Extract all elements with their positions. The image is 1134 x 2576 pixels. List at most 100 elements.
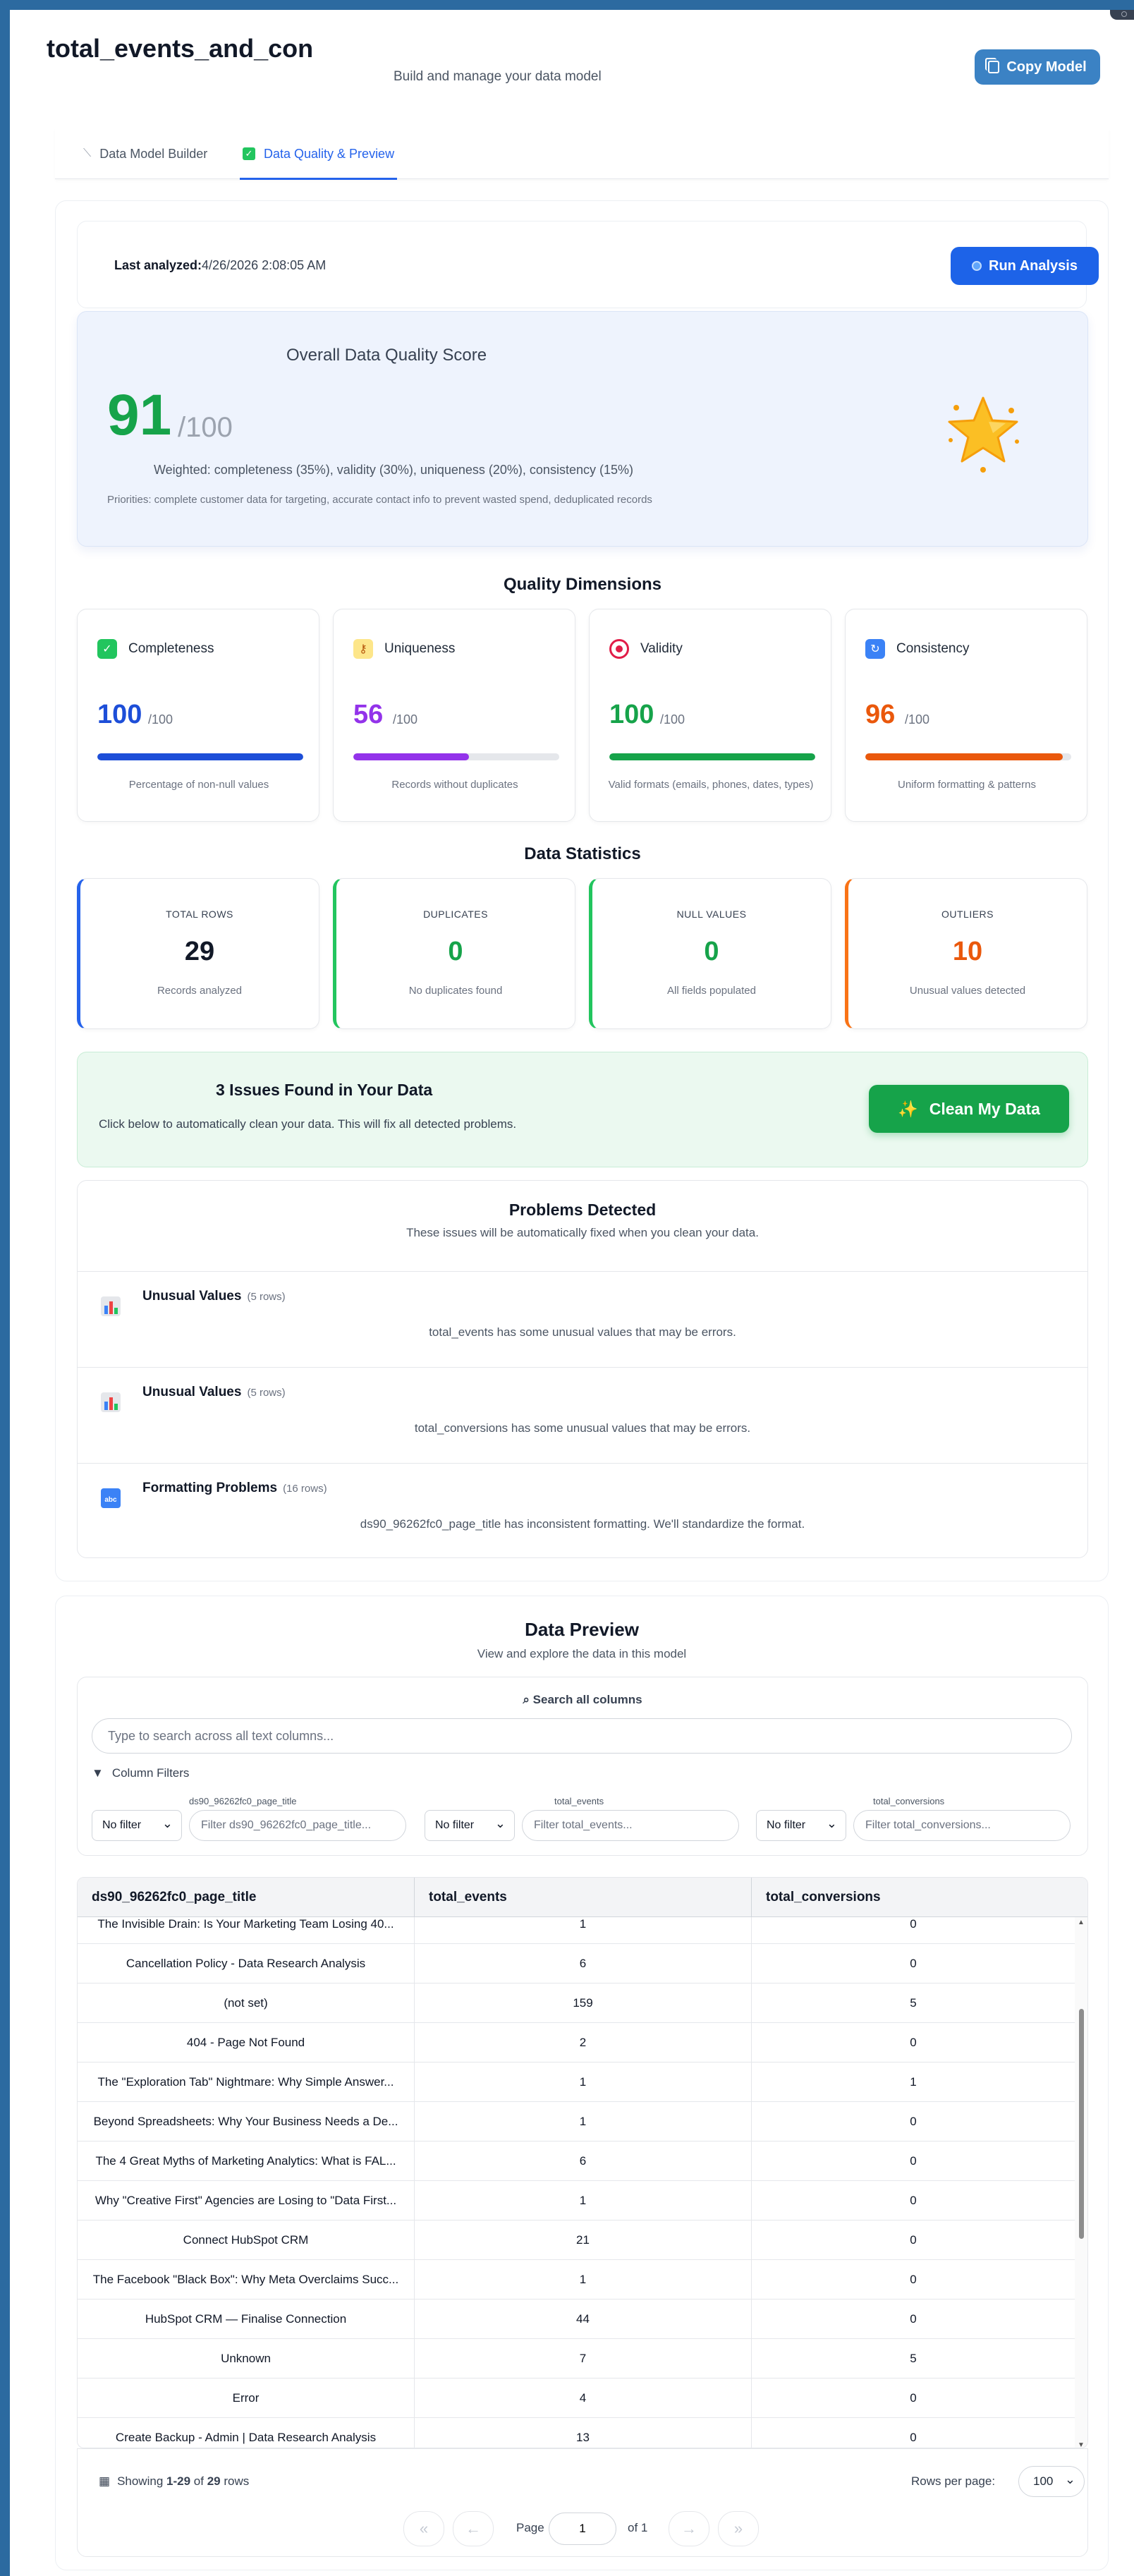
- dimension-card-completeness: ✓ Completeness 100 /100 Percentage of no…: [77, 609, 319, 822]
- table-cell: HubSpot CRM — Finalise Connection: [78, 2299, 415, 2339]
- dimensions-title: Quality Dimensions: [503, 575, 662, 594]
- stat-value: 0: [704, 937, 719, 966]
- next-page-button[interactable]: →: [669, 2511, 709, 2546]
- table-cell: 1: [415, 2260, 752, 2299]
- dimension-bar: [865, 753, 1071, 760]
- table-cell: 0: [910, 2431, 917, 2444]
- clean-my-data-label: Clean My Data: [929, 1099, 1040, 1118]
- issues-banner: 3 Issues Found in Your Data Click below …: [77, 1052, 1088, 1167]
- search-input[interactable]: [92, 1718, 1072, 1754]
- table-cell: Unknown: [78, 2339, 415, 2378]
- tab-label: Data Model Builder: [99, 146, 208, 161]
- table-cell: 1: [415, 2102, 752, 2141]
- table-scrollbar[interactable]: ▲ ▼: [1075, 1917, 1087, 2448]
- data-preview-panel: Data Preview View and explore the data i…: [55, 1596, 1109, 2570]
- stat-sub: No duplicates found: [408, 985, 503, 997]
- filter-mode-select[interactable]: No filter: [92, 1810, 182, 1841]
- filter-icon: ▼: [92, 1766, 104, 1780]
- problem-item: abc Formatting Problems (16 rows) ds90_96…: [78, 1463, 1087, 1559]
- tab-data-model-builder[interactable]: ⟍ Data Model Builder: [83, 128, 207, 179]
- table-row: The Facebook "Black Box": Why Meta Overc…: [78, 2260, 1075, 2299]
- score-value: 91: [107, 383, 172, 447]
- check-square-icon: ✓: [243, 147, 255, 160]
- table-cell: 13: [415, 2418, 752, 2448]
- last-page-button[interactable]: »: [718, 2511, 759, 2546]
- table-cell: 0: [910, 2036, 917, 2049]
- table-cell: 6: [415, 2141, 752, 2181]
- dimension-card-consistency: ↻ Consistency 96 /100 Uniform formatting…: [845, 609, 1087, 822]
- table-row: The Invisible Drain: Is Your Marketing T…: [78, 1917, 1075, 1944]
- table-cell: Error: [78, 2378, 415, 2418]
- problem-name: Unusual Values: [142, 1289, 242, 1304]
- refresh-icon: ↻: [865, 639, 885, 659]
- showing-rows: ▦ Showing 1-29 of 29 rows: [99, 2474, 249, 2489]
- dimension-denominator: /100: [148, 712, 173, 727]
- table-cell: 0: [910, 2233, 917, 2247]
- column-header[interactable]: ds90_96262fc0_page_title: [78, 1878, 415, 1917]
- stat-card-duplicates: DUPLICATES 0 No duplicates found: [333, 878, 575, 1029]
- stat-card-outliers: OUTLIERS 10 Unusual values detected: [845, 878, 1087, 1029]
- problems-sub: These issues will be automatically fixed…: [406, 1226, 759, 1239]
- filter-input[interactable]: [189, 1810, 406, 1841]
- preview-title: Data Preview: [525, 1619, 639, 1640]
- page-number-input[interactable]: [549, 2513, 616, 2545]
- column-header[interactable]: total_events: [415, 1878, 752, 1917]
- filter-mode-select[interactable]: No filter: [756, 1810, 846, 1841]
- showing-total: 29: [207, 2474, 221, 2488]
- dimension-card-uniqueness: ⚷ Uniqueness 56 /100 Records without dup…: [333, 609, 575, 822]
- dimension-denominator: /100: [660, 712, 685, 727]
- table-row: HubSpot CRM — Finalise Connection 44 0: [78, 2299, 1075, 2339]
- dimension-bar-fill: [609, 753, 815, 760]
- dimension-bar-fill: [865, 753, 1063, 760]
- dimension-label: Uniqueness: [384, 641, 456, 656]
- tab-bar: ⟍ Data Model Builder ✓ Data Quality & Pr…: [55, 128, 1109, 180]
- dimension-denominator: /100: [393, 712, 418, 727]
- scroll-down-icon[interactable]: ▼: [1078, 2441, 1085, 2448]
- dimension-bar: [97, 753, 303, 760]
- rows-per-page-select[interactable]: 100: [1018, 2466, 1085, 2497]
- copy-model-button[interactable]: Copy Model: [975, 49, 1100, 85]
- table-cell: 6: [415, 1944, 752, 1983]
- tab-data-quality-preview[interactable]: ✓ Data Quality & Preview: [239, 128, 398, 180]
- table-header: ds90_96262fc0_page_title total_events to…: [78, 1878, 1087, 1917]
- page-count: of 1: [628, 2521, 648, 2534]
- scrollbar-thumb[interactable]: [1079, 2009, 1084, 2239]
- table-row: 404 - Page Not Found 2 0: [78, 2023, 1075, 2062]
- filter-input[interactable]: [853, 1810, 1071, 1841]
- table-cell: The Invisible Drain: Is Your Marketing T…: [78, 1917, 415, 1944]
- filter-column-label: total_conversions: [873, 1796, 945, 1806]
- analysis-bar: Last analyzed:4/26/2026 2:08:05 AM Run A…: [77, 221, 1099, 308]
- table-cell: 2: [415, 2023, 752, 2062]
- stat-label: OUTLIERS: [941, 909, 994, 920]
- table-cell: 1: [415, 1917, 752, 1944]
- prev-page-button[interactable]: ←: [453, 2511, 494, 2546]
- stat-label: NULL VALUES: [676, 909, 747, 920]
- filter-mode-select[interactable]: No filter: [425, 1810, 515, 1841]
- stat-sub: Records analyzed: [157, 985, 243, 997]
- table-body: The Invisible Drain: Is Your Marketing T…: [78, 1917, 1075, 2448]
- filter-input[interactable]: [522, 1810, 739, 1841]
- preview-sub: View and explore the data in this model: [477, 1647, 687, 1660]
- filter-column-label: ds90_96262fc0_page_title: [189, 1796, 297, 1806]
- table-cell: 5: [910, 2352, 917, 2365]
- table-cell: 404 - Page Not Found: [78, 2023, 415, 2062]
- table-cell: 4: [415, 2378, 752, 2418]
- dimension-score: 100: [609, 700, 654, 729]
- dimension-score: 56: [353, 700, 384, 729]
- showing-of: of: [193, 2474, 204, 2488]
- star-icon: [948, 396, 1019, 473]
- first-page-button[interactable]: «: [403, 2511, 444, 2546]
- problem-item: Unusual Values (5 rows) total_events has …: [78, 1271, 1087, 1367]
- stat-value: 29: [184, 937, 215, 966]
- run-analysis-button[interactable]: Run Analysis: [951, 247, 1099, 285]
- table-cell: Create Backup - Admin | Data Research An…: [78, 2418, 415, 2448]
- data-table: ds90_96262fc0_page_title total_events to…: [77, 1877, 1088, 2448]
- scroll-up-icon[interactable]: ▲: [1078, 1919, 1085, 1926]
- last-analyzed-value: 4/26/2026 2:08:05 AM: [202, 258, 327, 272]
- filter-mode-value: No filter: [767, 1819, 806, 1831]
- clean-my-data-button[interactable]: ✨ Clean My Data: [869, 1085, 1069, 1133]
- column-header[interactable]: total_conversions: [752, 1878, 1087, 1917]
- table-row: Why "Creative First" Agencies are Losing…: [78, 2181, 1075, 2220]
- score-title: Overall Data Quality Score: [286, 346, 487, 365]
- overall-score-card: Overall Data Quality Score 91 /100 Weigh…: [77, 311, 1088, 547]
